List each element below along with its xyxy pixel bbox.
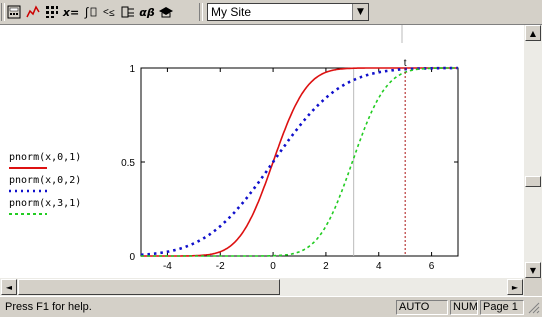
legend-expr: pnorm(x,0,1): [9, 152, 82, 163]
x-tick-label: 2: [323, 261, 329, 272]
scroll-left-button[interactable]: ◄: [1, 279, 17, 295]
calculator-toolbar-icon[interactable]: [5, 3, 23, 21]
scroll-down-button[interactable]: ▼: [525, 262, 541, 278]
horizontal-scroll-thumb[interactable]: [18, 279, 280, 295]
legend-entry-1: pnorm(x,0,1): [9, 152, 81, 174]
boolean-toolbar-icon[interactable]: < ≤: [100, 3, 118, 21]
marker-label: t: [404, 58, 407, 69]
graph-toolbar-icon[interactable]: [24, 3, 42, 21]
calculus-toolbar-icon[interactable]: ∫: [81, 3, 99, 21]
legend-line-dashed: [9, 213, 47, 215]
legend-line-solid: [9, 167, 47, 169]
vertical-scrollbar[interactable]: ▲ ▼: [524, 25, 542, 278]
x-tick-label: -4: [163, 261, 172, 272]
evaluation-toolbar-label: x=: [62, 5, 80, 19]
greek-toolbar-icon[interactable]: αβ: [138, 3, 156, 21]
x-tick-label: 0: [270, 261, 276, 272]
svg-text:∫: ∫: [84, 5, 89, 19]
matrix-toolbar-icon[interactable]: [43, 3, 61, 21]
legend-entry-3: pnorm(x,3,1): [9, 198, 81, 220]
toolbar-separator: [199, 3, 203, 21]
legend-line-dotted: [9, 189, 47, 193]
worksheet[interactable]: -4 -2 0 2 4 6 0 0.5 1 t pnorm(x,0,1) pnorm(x,0,2)…: [0, 25, 524, 278]
scrollbar-corner: [524, 278, 542, 296]
y-tick-label: 1: [129, 64, 135, 75]
programming-toolbar-icon[interactable]: [119, 3, 137, 21]
scroll-right-button[interactable]: ►: [507, 279, 523, 295]
y-tick-label: 0.5: [121, 158, 135, 169]
status-page: Page 1: [480, 300, 524, 315]
vertical-scroll-thumb[interactable]: [525, 176, 541, 187]
x-tick-label: 6: [429, 261, 435, 272]
x-tick-label: -2: [216, 261, 225, 272]
status-mode: AUTO: [396, 300, 448, 315]
y-tick-label: 0: [129, 252, 135, 263]
math-toolbar: x= ∫ < ≤ αβ My Site ▼: [0, 0, 542, 25]
status-help-text: Press F1 for help.: [5, 301, 92, 313]
resize-grip-icon[interactable]: [527, 301, 540, 314]
resource-combo[interactable]: My Site ▼: [207, 3, 369, 21]
cdf-plot[interactable]: -4 -2 0 2 4 6 0 0.5 1 t: [121, 58, 459, 272]
plot-frame: [140, 67, 459, 257]
status-num: NUM: [450, 300, 478, 315]
x-tick-label: 4: [376, 261, 382, 272]
legend-expr: pnorm(x,0,2): [9, 175, 82, 186]
legend-expr: pnorm(x,3,1): [9, 198, 82, 209]
evaluation-toolbar-icon[interactable]: x=: [62, 3, 80, 21]
greek-toolbar-label: αβ: [139, 5, 155, 19]
scroll-up-button[interactable]: ▲: [525, 25, 541, 41]
chevron-down-icon[interactable]: ▼: [352, 4, 368, 20]
status-bar: Press F1 for help. AUTO NUM Page 1: [0, 296, 542, 317]
svg-text:≤: ≤: [109, 8, 115, 19]
horizontal-scrollbar[interactable]: ◄ ►: [0, 278, 524, 296]
symbolic-toolbar-icon[interactable]: [157, 3, 175, 21]
legend-entry-2: pnorm(x,0,2): [9, 175, 81, 197]
resource-combo-value: My Site: [211, 5, 252, 19]
